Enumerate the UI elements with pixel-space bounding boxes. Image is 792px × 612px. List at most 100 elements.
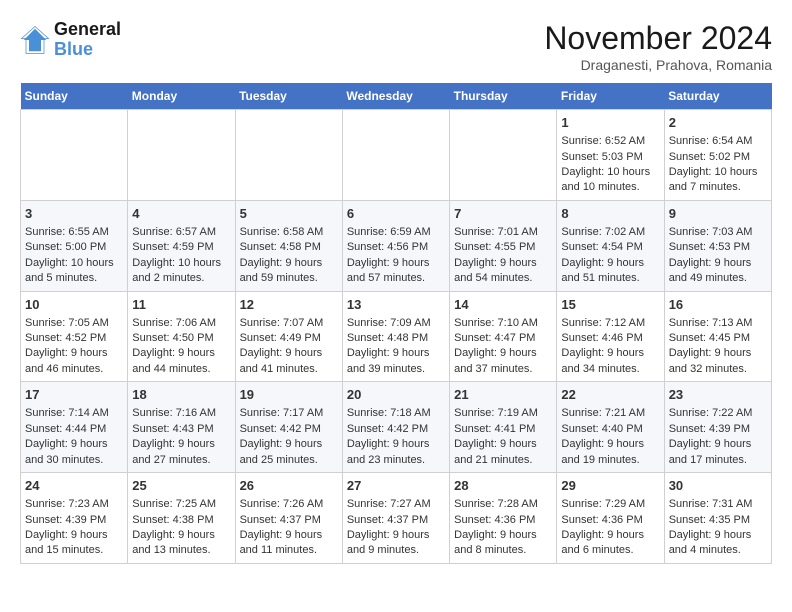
day-info: Sunset: 4:35 PM — [669, 513, 767, 528]
day-info: Sunrise: 7:10 AM — [454, 316, 552, 331]
day-info: Daylight: 9 hours and 59 minutes. — [240, 256, 338, 287]
calendar-cell: 27Sunrise: 7:27 AMSunset: 4:37 PMDayligh… — [342, 473, 449, 564]
day-number: 29 — [561, 477, 659, 495]
day-info: Daylight: 9 hours and 6 minutes. — [561, 528, 659, 559]
day-info: Sunrise: 6:58 AM — [240, 225, 338, 240]
calendar-cell: 8Sunrise: 7:02 AMSunset: 4:54 PMDaylight… — [557, 200, 664, 291]
day-info: Sunset: 4:36 PM — [454, 513, 552, 528]
day-info: Daylight: 9 hours and 19 minutes. — [561, 437, 659, 468]
day-info: Sunset: 4:58 PM — [240, 240, 338, 255]
day-info: Sunrise: 6:59 AM — [347, 225, 445, 240]
day-number: 23 — [669, 386, 767, 404]
day-number: 16 — [669, 296, 767, 314]
day-number: 30 — [669, 477, 767, 495]
day-info: Sunset: 4:49 PM — [240, 331, 338, 346]
header-monday: Monday — [128, 83, 235, 110]
day-info: Sunrise: 7:07 AM — [240, 316, 338, 331]
day-info: Daylight: 9 hours and 4 minutes. — [669, 528, 767, 559]
day-info: Daylight: 9 hours and 23 minutes. — [347, 437, 445, 468]
calendar-cell: 24Sunrise: 7:23 AMSunset: 4:39 PMDayligh… — [21, 473, 128, 564]
day-info: Daylight: 9 hours and 34 minutes. — [561, 346, 659, 377]
day-info: Sunset: 5:03 PM — [561, 150, 659, 165]
day-info: Sunset: 4:38 PM — [132, 513, 230, 528]
day-info: Daylight: 9 hours and 11 minutes. — [240, 528, 338, 559]
day-info: Sunrise: 7:23 AM — [25, 497, 123, 512]
calendar-week-2: 10Sunrise: 7:05 AMSunset: 4:52 PMDayligh… — [21, 291, 772, 382]
day-info: Sunset: 4:44 PM — [25, 422, 123, 437]
day-info: Sunset: 4:37 PM — [240, 513, 338, 528]
calendar-week-3: 17 Sunrise: 7:14 AMSunset: 4:44 PM Dayligh… — [21, 382, 772, 473]
day-info: Daylight: 9 hours and 44 minutes. — [132, 346, 230, 377]
calendar-cell: 2Sunrise: 6:54 AMSunset: 5:02 PMDaylight… — [664, 110, 771, 201]
calendar-table: SundayMondayTuesdayWednesdayThursdayFrid… — [20, 83, 772, 564]
day-info: Sunset: 4:37 PM — [347, 513, 445, 528]
day-number: 13 — [347, 296, 445, 314]
day-info: Sunset: 4:41 PM — [454, 422, 552, 437]
day-info: Sunset: 4:46 PM — [561, 331, 659, 346]
day-info: Daylight: 10 hours and 5 minutes. — [25, 256, 123, 287]
calendar-cell: 20Sunrise: 7:18 AMSunset: 4:42 PMDayligh… — [342, 382, 449, 473]
day-info: Daylight: 9 hours and 32 minutes. — [669, 346, 767, 377]
day-info: Daylight: 9 hours and 27 minutes. — [132, 437, 230, 468]
day-info: Daylight: 9 hours and 15 minutes. — [25, 528, 123, 559]
day-info: Sunrise: 6:52 AM — [561, 134, 659, 149]
header-thursday: Thursday — [450, 83, 557, 110]
day-info: Daylight: 9 hours and 39 minutes. — [347, 346, 445, 377]
day-info: Sunset: 4:50 PM — [132, 331, 230, 346]
logo-line2: Blue — [54, 40, 121, 60]
calendar-cell: 9Sunrise: 7:03 AMSunset: 4:53 PMDaylight… — [664, 200, 771, 291]
day-number: 15 — [561, 296, 659, 314]
calendar-cell: 22Sunrise: 7:21 AMSunset: 4:40 PMDayligh… — [557, 382, 664, 473]
day-number: 27 — [347, 477, 445, 495]
calendar-cell — [128, 110, 235, 201]
day-info: Daylight: 9 hours and 8 minutes. — [454, 528, 552, 559]
calendar-cell: 16Sunrise: 7:13 AMSunset: 4:45 PMDayligh… — [664, 291, 771, 382]
day-info: Sunrise: 7:03 AM — [669, 225, 767, 240]
logo-line1: General — [54, 20, 121, 40]
day-number: 21 — [454, 386, 552, 404]
header-wednesday: Wednesday — [342, 83, 449, 110]
day-number: 17 — [25, 386, 123, 404]
day-info: Daylight: 9 hours and 37 minutes. — [454, 346, 552, 377]
calendar-cell: 26Sunrise: 7:26 AMSunset: 4:37 PMDayligh… — [235, 473, 342, 564]
day-number: 28 — [454, 477, 552, 495]
day-info: Sunrise: 7:18 AM — [347, 406, 445, 421]
calendar-cell: 11Sunrise: 7:06 AMSunset: 4:50 PMDayligh… — [128, 291, 235, 382]
day-info: Sunrise: 7:16 AM — [132, 406, 230, 421]
day-info: Daylight: 9 hours and 51 minutes. — [561, 256, 659, 287]
day-number: 24 — [25, 477, 123, 495]
day-info: Sunrise: 6:54 AM — [669, 134, 767, 149]
day-info: Sunset: 4:54 PM — [561, 240, 659, 255]
day-number: 9 — [669, 205, 767, 223]
day-number: 12 — [240, 296, 338, 314]
day-info: Daylight: 9 hours and 41 minutes. — [240, 346, 338, 377]
day-info: Sunrise: 7:09 AM — [347, 316, 445, 331]
day-info: Sunset: 4:42 PM — [347, 422, 445, 437]
day-info: Daylight: 9 hours and 17 minutes. — [669, 437, 767, 468]
day-info: Daylight: 10 hours and 7 minutes. — [669, 165, 767, 196]
day-info: Sunrise: 7:14 AM — [25, 406, 123, 421]
day-info: Sunrise: 7:28 AM — [454, 497, 552, 512]
calendar-cell: 29Sunrise: 7:29 AMSunset: 4:36 PMDayligh… — [557, 473, 664, 564]
day-info: Sunset: 4:39 PM — [669, 422, 767, 437]
calendar-header-row: SundayMondayTuesdayWednesdayThursdayFrid… — [21, 83, 772, 110]
day-info: Sunset: 4:40 PM — [561, 422, 659, 437]
logo-text: General Blue — [54, 20, 121, 60]
day-info: Sunrise: 7:27 AM — [347, 497, 445, 512]
day-info: Sunrise: 7:17 AM — [240, 406, 338, 421]
header-sunday: Sunday — [21, 83, 128, 110]
calendar-cell — [235, 110, 342, 201]
calendar-week-0: 1Sunrise: 6:52 AMSunset: 5:03 PMDaylight… — [21, 110, 772, 201]
day-info: Daylight: 9 hours and 46 minutes. — [25, 346, 123, 377]
day-number: 2 — [669, 114, 767, 132]
day-info: Sunrise: 7:26 AM — [240, 497, 338, 512]
day-info: Daylight: 10 hours and 10 minutes. — [561, 165, 659, 196]
day-info: Daylight: 9 hours and 49 minutes. — [669, 256, 767, 287]
page-header: General Blue November 2024 Draganesti, P… — [20, 20, 772, 73]
calendar-cell: 17Sunrise: 7:14 AMSunset: 4:44 PMDayligh… — [21, 382, 128, 473]
day-info: Sunrise: 7:12 AM — [561, 316, 659, 331]
calendar-cell: 28 Sunrise: 7:28 AMSunset: 4:36 PMDayligh… — [450, 473, 557, 564]
day-number: 10 — [25, 296, 123, 314]
calendar-cell: 12 Sunrise: 7:07 AMSunset: 4:49 PMDayligh… — [235, 291, 342, 382]
calendar-week-1: 3Sunrise: 6:55 AMSunset: 5:00 PMDaylight… — [21, 200, 772, 291]
